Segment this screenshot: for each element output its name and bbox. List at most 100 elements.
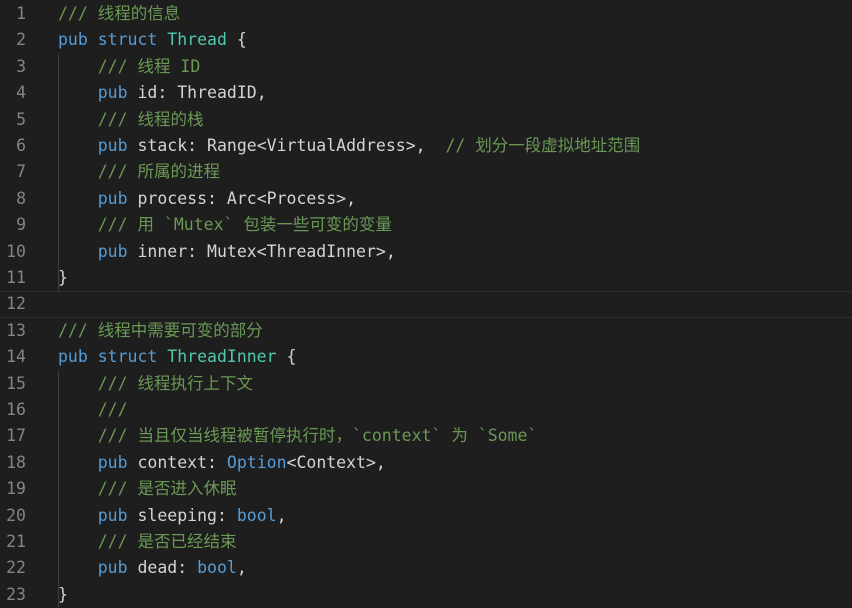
line-number: 4	[16, 83, 26, 103]
code-token: /// 线程的栈	[97, 109, 204, 129]
line-number: 11	[6, 268, 26, 287]
code-text: /// 是否已经结束	[58, 529, 237, 555]
code-text: /// 是否进入休眠	[58, 476, 237, 502]
line-number: 2	[16, 30, 26, 50]
code-token: pub struct	[58, 30, 168, 50]
code-token: dead:	[127, 558, 198, 578]
code-line[interactable]: 9 /// 用 `Mutex` 包装一些可变的变量	[0, 212, 852, 238]
code-token: /// 线程 ID	[97, 56, 201, 76]
code-text: /// 所属的进程	[58, 159, 220, 185]
code-line[interactable]: 21 /// 是否已经结束	[0, 529, 852, 555]
code-line[interactable]: 17 /// 当且仅当线程被暂停执行时，`context` 为 `Some`	[0, 423, 852, 449]
code-token: /// 线程中需要可变的部分	[58, 320, 263, 340]
line-number: 3	[16, 56, 26, 76]
line-number: 8	[16, 188, 26, 208]
code-token: bool	[197, 558, 237, 578]
code-line[interactable]: 23}	[0, 582, 852, 608]
code-text: /// 线程 ID	[58, 54, 201, 80]
code-line[interactable]: 7 /// 所属的进程	[0, 159, 852, 185]
code-line[interactable]: 2 pub struct Thread {	[0, 27, 852, 53]
code-token: ThreadInner	[167, 347, 277, 367]
code-token: /// 当且仅当线程被暂停执行时，`context` 为 `Some`	[97, 426, 538, 446]
code-token: /// 所属的进程	[97, 162, 220, 182]
code-line[interactable]: 19 /// 是否进入休眠	[0, 476, 852, 502]
code-line[interactable]: 13 /// 线程中需要可变的部分	[0, 318, 852, 344]
code-line[interactable]: 16 ///	[0, 397, 852, 423]
code-token: stack: Range<VirtualAddress>,	[127, 136, 446, 155]
code-editor[interactable]: 1 /// 线程的信息 2 pub struct Thread {3 /// 线程 I…	[0, 0, 852, 608]
code-token: bool	[236, 505, 277, 525]
code-token: id: ThreadID,	[127, 83, 267, 103]
code-token: Option	[226, 452, 287, 472]
code-text: /// 线程执行上下文	[58, 371, 253, 397]
code-line[interactable]: 6 pub stack: Range<VirtualAddress>, // 划…	[0, 133, 852, 159]
code-text: /// 当且仅当线程被暂停执行时，`context` 为 `Some`	[58, 423, 538, 449]
current-line[interactable]: 12	[0, 291, 852, 318]
code-line[interactable]: 15 /// 线程执行上下文	[0, 371, 852, 397]
code-token: pub	[97, 188, 128, 208]
code-token: pub struct	[58, 347, 168, 367]
line-number: 1	[16, 4, 26, 23]
code-text: pub id: ThreadID,	[58, 80, 267, 106]
code-text: /// 线程的栈	[58, 107, 204, 133]
code-line[interactable]: 1 /// 线程的信息	[0, 1, 852, 27]
code-token: ///	[97, 400, 128, 419]
line-number: 7	[16, 162, 26, 182]
code-token: /// 是否进入休眠	[97, 479, 237, 499]
code-token: {	[226, 30, 247, 50]
code-line[interactable]: 20 pub sleeping: bool,	[0, 503, 852, 529]
code-token: // 划分一段虚拟地址范围	[445, 136, 641, 155]
line-number: 22	[6, 558, 26, 578]
line-number: 21	[6, 532, 26, 551]
line-number: 16	[6, 400, 26, 419]
code-token: process: Arc<Process>,	[127, 188, 357, 208]
code-line[interactable]: 3 /// 线程 ID	[0, 54, 852, 80]
code-line[interactable]: 14 pub struct ThreadInner {	[0, 344, 852, 370]
code-text: pub context: Option<Context>,	[58, 450, 386, 476]
code-line[interactable]: 10 pub inner: Mutex<ThreadInner>,	[0, 239, 852, 265]
code-token: context:	[127, 452, 227, 472]
indent-guide	[58, 53, 59, 292]
line-number: 10	[6, 241, 26, 261]
code-text: }	[58, 265, 68, 291]
code-token: {	[276, 347, 297, 367]
code-token: /// 线程的信息	[58, 4, 181, 23]
code-line[interactable]: 4 pub id: ThreadID,	[0, 80, 852, 106]
code-text: pub struct ThreadInner {	[58, 344, 296, 370]
code-text: ///	[58, 397, 128, 423]
code-line[interactable]: 8 pub process: Arc<Process>,	[0, 186, 852, 212]
line-number: 17	[6, 426, 26, 446]
line-number: 14	[6, 347, 26, 367]
line-number: 19	[6, 479, 26, 499]
code-line[interactable]: 11}	[0, 265, 852, 291]
code-token: Thread	[167, 30, 227, 50]
code-token: /// 用 `Mutex` 包装一些可变的变量	[97, 215, 392, 235]
code-token: pub	[97, 452, 128, 472]
line-number: 6	[16, 136, 26, 155]
code-text: }	[58, 582, 68, 608]
code-token: pub	[97, 136, 128, 155]
code-token: <Context>,	[286, 452, 386, 472]
code-text: pub inner: Mutex<ThreadInner>,	[58, 239, 396, 265]
code-text: pub process: Arc<Process>,	[58, 186, 356, 212]
code-token: pub	[97, 241, 128, 261]
line-number: 12	[6, 294, 26, 314]
line-number: 18	[6, 452, 26, 472]
code-token: inner: Mutex<ThreadInner>,	[127, 241, 396, 261]
code-line[interactable]: 18 pub context: Option<Context>,	[0, 450, 852, 476]
code-line[interactable]: 22 pub dead: bool,	[0, 555, 852, 581]
code-token: }	[58, 584, 68, 604]
code-line[interactable]: 5 /// 线程的栈	[0, 107, 852, 133]
